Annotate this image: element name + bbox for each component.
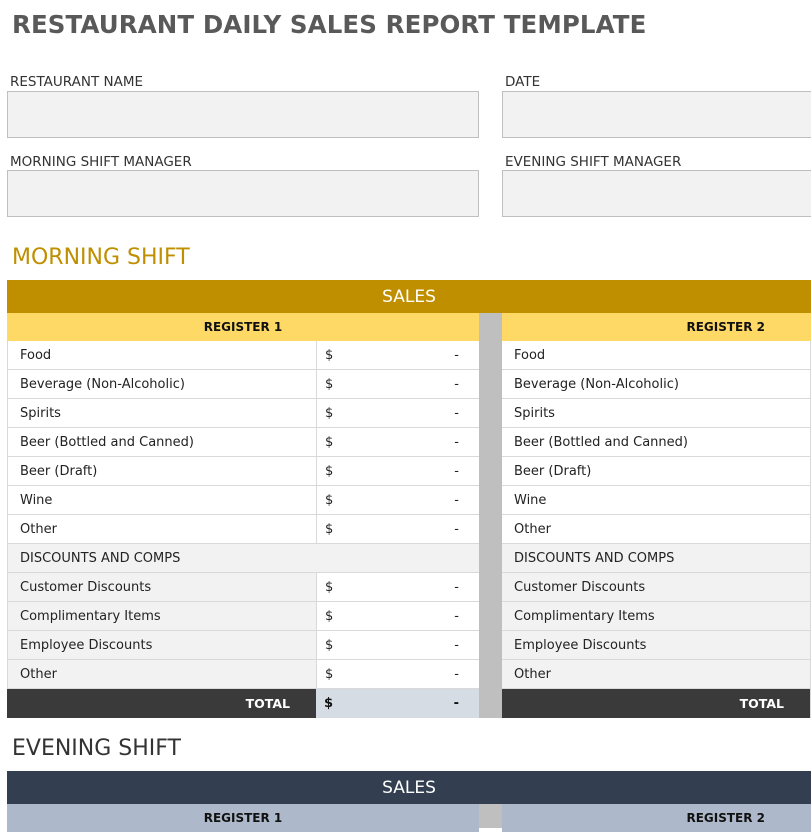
amount-cell[interactable]: $ - xyxy=(316,660,479,688)
amount-cell[interactable]: $ - xyxy=(316,399,479,427)
register-divider xyxy=(479,313,502,718)
total-row: TOTAL xyxy=(502,689,810,718)
restaurant-name-label: RESTAURANT NAME xyxy=(10,74,144,90)
table-row: Spirits $ - xyxy=(7,399,479,428)
date-field[interactable] xyxy=(502,91,811,138)
table-row: Beverage (Non-Alcoholic) $ - xyxy=(7,370,479,399)
table-row: Food $ - xyxy=(7,341,479,370)
table-row: Employee Discounts $ - xyxy=(7,631,479,660)
restaurant-name-field[interactable] xyxy=(7,91,479,138)
amount-cell[interactable]: $ - xyxy=(316,457,479,485)
table-row: Other $ - xyxy=(7,515,479,544)
list-item[interactable]: Customer Discounts xyxy=(502,573,810,602)
evening-sales-band: SALES xyxy=(7,771,811,804)
total-row: TOTAL $ - xyxy=(7,689,479,718)
evening-manager-field[interactable] xyxy=(502,170,811,217)
page-title: RESTAURANT DAILY SALES REPORT TEMPLATE xyxy=(12,10,647,39)
list-item[interactable]: Employee Discounts xyxy=(502,631,810,660)
morning-register-1-table: Food $ - Beverage (Non-Alcoholic) $ - Spirit… xyxy=(7,341,479,718)
table-row: Beer (Bottled and Canned) $ - xyxy=(7,428,479,457)
list-item[interactable]: Other xyxy=(502,660,810,689)
register-divider xyxy=(479,804,502,828)
table-row: Complimentary Items $ - xyxy=(7,602,479,631)
date-label: DATE xyxy=(505,74,541,90)
amount-cell[interactable]: $ - xyxy=(316,370,479,398)
table-row: Customer Discounts $ - xyxy=(7,573,479,602)
list-item[interactable]: Wine xyxy=(502,486,810,515)
evening-manager-label: EVENING SHIFT MANAGER xyxy=(505,154,682,170)
list-item[interactable]: Complimentary Items xyxy=(502,602,810,631)
list-item[interactable]: Beer (Bottled and Canned) xyxy=(502,428,810,457)
amount-cell[interactable]: $ - xyxy=(316,341,479,369)
list-item[interactable]: Food xyxy=(502,341,810,370)
morning-manager-label: MORNING SHIFT MANAGER xyxy=(10,154,192,170)
amount-cell[interactable]: $ - xyxy=(316,486,479,514)
table-row: Beer (Draft) $ - xyxy=(7,457,479,486)
discounts-heading-row: DISCOUNTS AND COMPS xyxy=(7,544,479,573)
evening-shift-heading: EVENING SHIFT xyxy=(12,736,181,761)
morning-register-2-header: REGISTER 2 xyxy=(502,313,811,341)
table-row: Other $ - xyxy=(7,660,479,689)
list-item[interactable]: Spirits xyxy=(502,399,810,428)
list-item[interactable]: Beverage (Non-Alcoholic) xyxy=(502,370,810,399)
amount-cell[interactable]: $ - xyxy=(316,428,479,456)
table-row: Wine $ - xyxy=(7,486,479,515)
discounts-heading-row: DISCOUNTS AND COMPS xyxy=(502,544,810,573)
morning-register-2-table: Food Beverage (Non-Alcoholic) Spirits Be… xyxy=(502,341,811,718)
list-item[interactable]: Beer (Draft) xyxy=(502,457,810,486)
total-amount-cell: $ - xyxy=(316,689,479,718)
list-item[interactable]: Other xyxy=(502,515,810,544)
morning-sales-band: SALES xyxy=(7,280,811,313)
morning-manager-field[interactable] xyxy=(7,170,479,217)
amount-cell[interactable]: $ - xyxy=(316,602,479,630)
amount-cell[interactable]: $ - xyxy=(316,515,479,543)
morning-shift-heading: MORNING SHIFT xyxy=(12,245,190,270)
amount-cell[interactable]: $ - xyxy=(316,631,479,659)
morning-register-1-header: REGISTER 1 xyxy=(7,313,479,341)
amount-cell[interactable]: $ - xyxy=(316,573,479,601)
